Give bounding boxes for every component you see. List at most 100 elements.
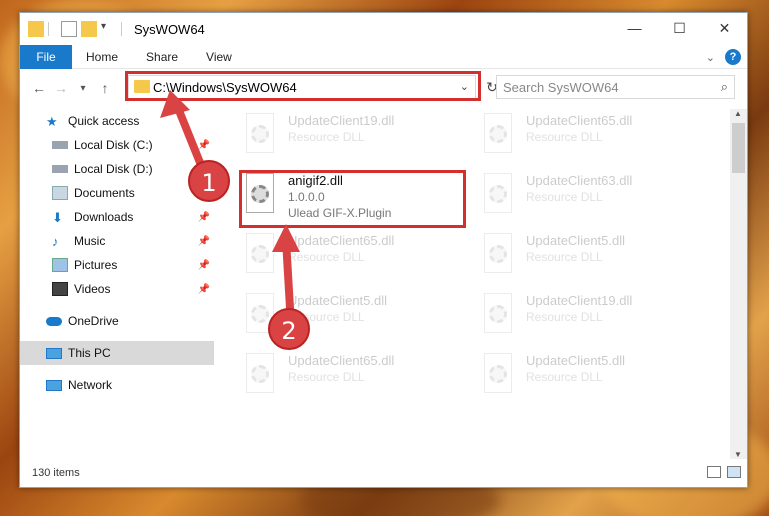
navigation-bar: ← → ▾ ↑ C:\Windows\SysWOW64 ⌄ ↻ Search S… xyxy=(20,71,747,105)
sidebar-item-label: OneDrive xyxy=(68,314,119,328)
file-description: Resource DLL xyxy=(526,370,603,384)
scrollbar-thumb[interactable] xyxy=(732,123,745,173)
drive-icon xyxy=(52,141,68,149)
folder-icon[interactable] xyxy=(28,21,44,37)
sidebar-item-pictures[interactable]: Pictures 📌 xyxy=(20,253,214,277)
list-item[interactable]: UpdateClient19.dll Resource DLL xyxy=(480,293,710,349)
videos-icon xyxy=(52,282,68,296)
window-title: SysWOW64 xyxy=(134,21,205,37)
sidebar-item-downloads[interactable]: ⬇ Downloads 📌 xyxy=(20,205,214,229)
divider xyxy=(121,22,122,36)
list-item[interactable]: UpdateClient65.dll Resource DLL xyxy=(242,353,472,409)
dll-file-icon xyxy=(480,293,516,337)
sidebar-item-label: Pictures xyxy=(74,258,118,272)
pc-icon xyxy=(46,347,62,359)
file-name: UpdateClient65.dll xyxy=(288,233,395,248)
file-description: Resource DLL xyxy=(526,130,603,144)
sidebar-item-local-disk-c[interactable]: Local Disk (C:) 📌 xyxy=(20,133,214,157)
sidebar-item-videos[interactable]: Videos 📌 xyxy=(20,277,214,301)
up-arrow-icon[interactable]: ↑ xyxy=(94,80,116,96)
step-1-badge: 1 xyxy=(188,160,230,202)
sidebar-item-label: Local Disk (D:) xyxy=(74,162,153,176)
list-item[interactable]: UpdateClient5.dll Resource DLL xyxy=(480,233,710,289)
file-name: UpdateClient19.dll xyxy=(288,113,395,128)
tab-home[interactable]: Home xyxy=(72,45,132,69)
title-bar: ▾ SysWOW64 — ☐ ✕ xyxy=(20,13,747,45)
dll-file-icon xyxy=(480,113,516,157)
file-name: UpdateClient65.dll xyxy=(526,113,633,128)
sidebar-item-network[interactable]: Network xyxy=(20,373,214,397)
tab-view[interactable]: View xyxy=(192,45,246,69)
search-input[interactable]: Search SysWOW64 ⌕ xyxy=(496,75,735,99)
back-arrow-icon[interactable]: ← xyxy=(28,80,50,96)
download-icon: ⬇ xyxy=(52,210,63,225)
scroll-down-icon[interactable]: ▼ xyxy=(734,450,742,459)
help-icon[interactable]: ? xyxy=(725,49,741,65)
tab-share[interactable]: Share xyxy=(132,45,192,69)
pin-icon[interactable]: 📌 xyxy=(198,236,210,247)
file-name: UpdateClient63.dll xyxy=(526,173,633,188)
tab-file[interactable]: File xyxy=(20,44,72,69)
file-description: Resource DLL xyxy=(288,130,365,144)
pin-icon[interactable]: 📌 xyxy=(198,140,210,151)
item-count: 130 items xyxy=(32,467,80,479)
expand-ribbon-icon[interactable]: ⌄ xyxy=(706,51,715,64)
sidebar-item-label: Videos xyxy=(74,282,111,296)
address-highlight-box xyxy=(125,71,481,101)
pin-icon[interactable]: 📌 xyxy=(198,260,210,271)
list-item[interactable]: UpdateClient19.dll Resource DLL xyxy=(242,113,472,169)
details-view-icon[interactable] xyxy=(707,466,721,478)
drive-icon xyxy=(52,165,68,173)
network-icon xyxy=(46,379,62,391)
ribbon-tabs: File Home Share View ⌄ ? xyxy=(20,44,747,69)
dll-file-icon xyxy=(480,233,516,277)
sidebar-item-onedrive[interactable]: OneDrive xyxy=(20,309,214,333)
dll-file-icon xyxy=(242,113,278,157)
list-item[interactable]: UpdateClient63.dll Resource DLL xyxy=(480,173,710,229)
list-item[interactable]: UpdateClient65.dll Resource DLL xyxy=(242,233,472,289)
list-item[interactable]: UpdateClient65.dll Resource DLL xyxy=(480,113,710,169)
vertical-scrollbar[interactable]: ▲ ▼ xyxy=(730,109,747,459)
file-name: UpdateClient19.dll xyxy=(526,293,633,308)
sidebar-item-label: Downloads xyxy=(74,210,134,224)
tiles-view-icon[interactable] xyxy=(727,466,741,478)
documents-icon xyxy=(52,186,68,200)
file-name: UpdateClient5.dll xyxy=(526,233,626,248)
list-item[interactable]: UpdateClient5.dll Resource DLL xyxy=(480,353,710,409)
search-icon[interactable]: ⌕ xyxy=(721,79,728,95)
file-name: UpdateClient5.dll xyxy=(288,293,388,308)
file-name: UpdateClient5.dll xyxy=(526,353,626,368)
sidebar-item-quick-access[interactable]: ★ Quick access xyxy=(20,109,214,133)
recent-dropdown-icon[interactable]: ▾ xyxy=(72,83,94,94)
sidebar-item-this-pc[interactable]: This PC xyxy=(20,341,214,365)
maximize-button[interactable]: ☐ xyxy=(657,13,702,43)
music-icon: ♪ xyxy=(52,234,59,249)
sidebar-item-label: Quick access xyxy=(68,114,140,128)
file-description: Resource DLL xyxy=(526,250,603,264)
customize-toolbar-icon[interactable]: ▾ xyxy=(101,21,117,37)
file-description: Resource DLL xyxy=(288,250,365,264)
sidebar-item-label: This PC xyxy=(68,346,111,360)
dll-file-icon xyxy=(480,353,516,397)
sidebar-item-music[interactable]: ♪ Music 📌 xyxy=(20,229,214,253)
file-list: UpdateClient19.dll Resource DLL anigif2.d… xyxy=(216,109,732,459)
new-folder-icon[interactable] xyxy=(81,21,97,37)
sidebar-item-label: Documents xyxy=(74,186,135,200)
step-2-badge: 2 xyxy=(268,308,310,350)
sidebar-item-documents[interactable]: Documents 📌 xyxy=(20,181,214,205)
pin-icon[interactable]: 📌 xyxy=(198,212,210,223)
status-bar: 130 items xyxy=(20,459,747,487)
forward-arrow-icon[interactable]: → xyxy=(50,80,72,96)
file-name: UpdateClient65.dll xyxy=(288,353,395,368)
explorer-window: ▾ SysWOW64 — ☐ ✕ File Home Share View ⌄ … xyxy=(19,12,748,488)
sidebar-item-local-disk-d[interactable]: Local Disk (D:) xyxy=(20,157,214,181)
pin-icon[interactable]: 📌 xyxy=(198,284,210,295)
scroll-up-icon[interactable]: ▲ xyxy=(734,109,742,118)
close-button[interactable]: ✕ xyxy=(702,13,747,43)
search-placeholder: Search SysWOW64 xyxy=(503,79,619,95)
dll-file-icon xyxy=(480,173,516,217)
cloud-icon xyxy=(46,316,62,326)
minimize-button[interactable]: — xyxy=(612,13,657,43)
properties-icon[interactable] xyxy=(61,21,77,37)
dll-file-icon xyxy=(242,233,278,277)
